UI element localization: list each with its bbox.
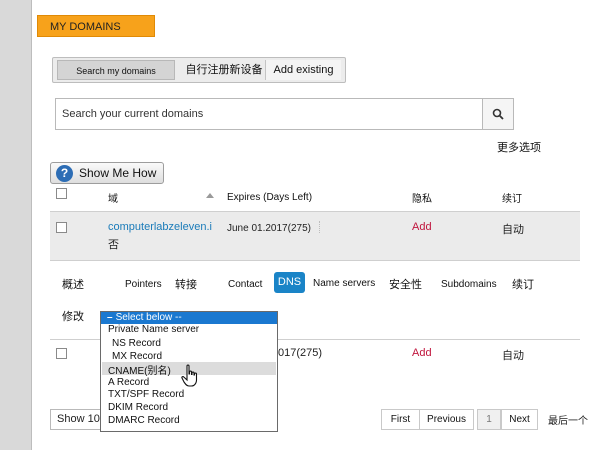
dropdown-option[interactable]: TXT/SPF Record [108, 389, 184, 400]
dropdown-selected[interactable]: – Select below -- [101, 312, 277, 324]
privacy-add-link[interactable]: Add [412, 347, 432, 359]
pager-next[interactable]: Next [501, 409, 538, 430]
hand-cursor-icon [181, 364, 198, 387]
subtab-subdomains[interactable]: Subdomains [441, 279, 497, 290]
pager-previous[interactable]: Previous [419, 409, 474, 430]
dropdown-option[interactable]: MX Record [112, 351, 162, 362]
minus-icon: – [107, 312, 113, 323]
help-icon: ? [56, 164, 73, 182]
show-me-how-button[interactable]: ? Show Me How [50, 162, 164, 184]
expires-value: June 01.2017(275) [227, 223, 311, 234]
pager-current-page: 1 [477, 409, 501, 430]
dropdown-option[interactable]: DKIM Record [108, 402, 168, 413]
subtab-security[interactable]: 安全性 [389, 276, 422, 292]
dropdown-option[interactable]: A Record [108, 377, 149, 388]
col-header-renew: 续订 [502, 194, 522, 205]
table-row [50, 211, 580, 261]
more-options-link[interactable]: 更多选项 [497, 139, 541, 155]
sort-up-icon [206, 193, 214, 198]
subtab-overview[interactable]: 概述 [62, 276, 84, 292]
dropdown-selected-label: Select below -- [115, 312, 182, 323]
domain-search-input[interactable] [55, 98, 483, 130]
tab-add-existing[interactable]: Add existing [265, 60, 341, 80]
pager-last[interactable]: 最后一个 [548, 412, 588, 427]
my-domains-header: MY DOMAINS [37, 15, 155, 37]
domain-status: 否 [108, 239, 119, 251]
expires-value-partial: 017(275) [278, 347, 323, 359]
tab-register[interactable]: 自行注册新设备 [183, 60, 265, 80]
row-checkbox[interactable] [56, 222, 67, 233]
col-header-domain[interactable]: 域 [108, 190, 118, 205]
col-header-expires[interactable]: Expires (Days Left) [227, 192, 312, 203]
privacy-add-link[interactable]: Add [412, 221, 432, 233]
subtab-contact[interactable]: Contact [228, 279, 262, 290]
subtab-name-servers[interactable]: Name servers [313, 278, 375, 289]
domain-link[interactable]: computerlabzeleven.i [108, 221, 212, 233]
subtab-dns[interactable]: DNS [274, 272, 305, 293]
pager-first[interactable]: First [381, 409, 420, 430]
search-icon [492, 108, 504, 120]
subtab-edit[interactable]: 修改 [62, 308, 84, 324]
dropdown-option[interactable]: Private Name server [108, 324, 199, 335]
col-header-privacy: 隐私 [412, 194, 432, 205]
renew-value: 自动 [502, 350, 524, 362]
column-divider [319, 221, 321, 233]
show-me-how-label: Show Me How [79, 166, 157, 180]
subtab-renew[interactable]: 续订 [512, 276, 534, 292]
subtab-pointers[interactable]: Pointers [125, 279, 162, 290]
page-size-select[interactable]: Show 10 [50, 409, 102, 430]
search-button[interactable] [482, 98, 514, 130]
row-checkbox[interactable] [56, 348, 67, 359]
select-all-checkbox[interactable] [56, 188, 67, 199]
dropdown-option[interactable]: NS Record [112, 338, 161, 349]
subtab-transfer[interactable]: 转接 [175, 276, 197, 292]
renew-value: 自动 [502, 224, 524, 236]
tab-search-my-domains[interactable]: Search my domains [57, 60, 175, 80]
dropdown-option[interactable]: DMARC Record [108, 415, 180, 426]
